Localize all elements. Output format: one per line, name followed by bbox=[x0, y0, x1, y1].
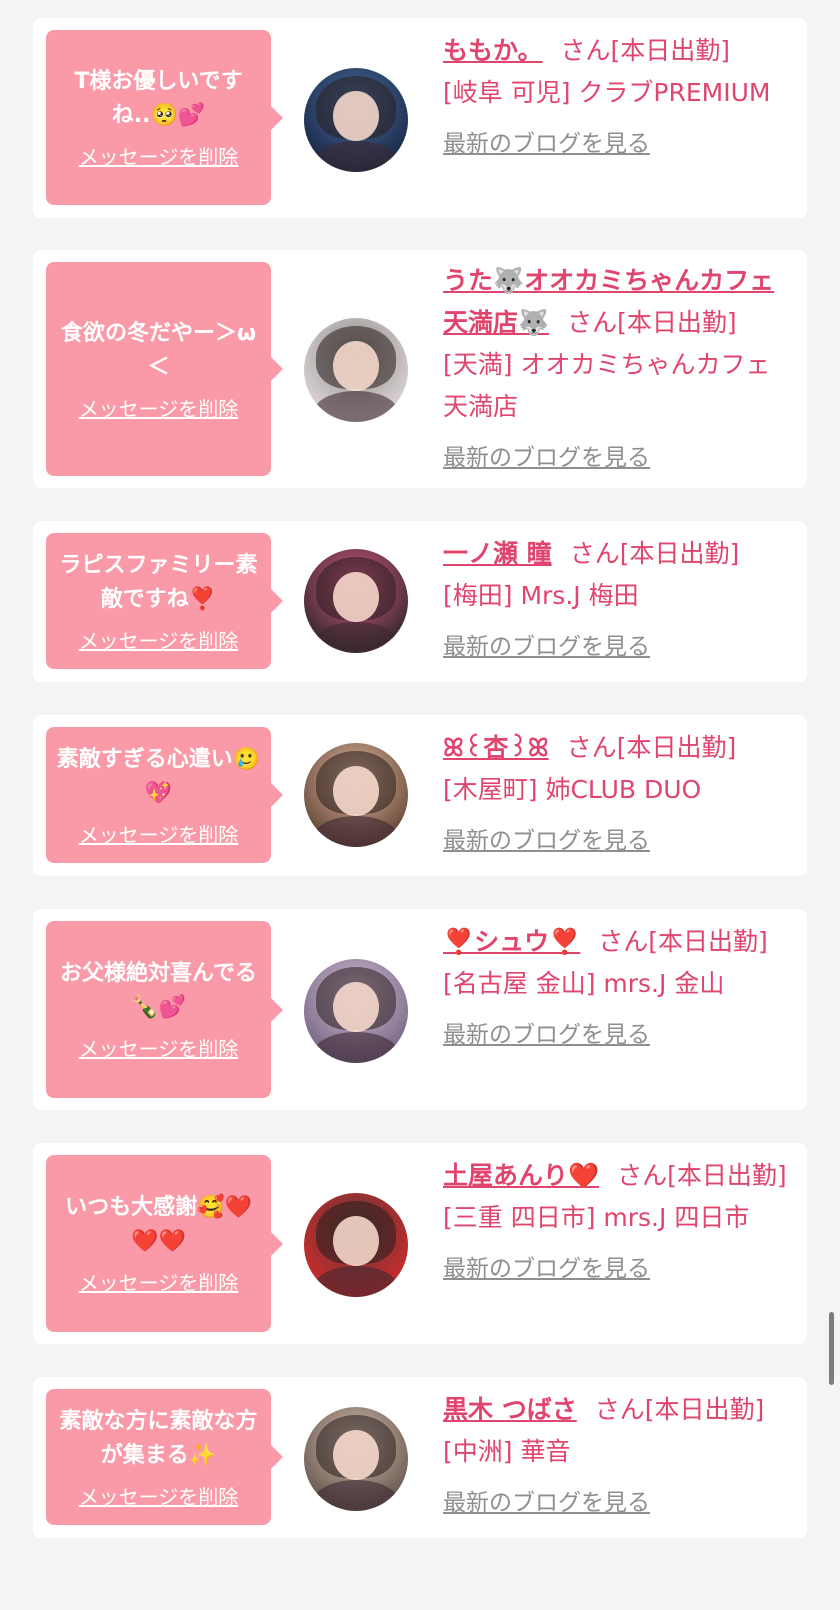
cast-name-link[interactable]: ももか。 bbox=[443, 36, 543, 65]
shop-name: [名古屋 金山] mrs.J 金山 bbox=[443, 969, 725, 998]
message-bubble: ラピスファミリー素敵ですね❣️ メッセージを削除 bbox=[46, 533, 283, 669]
delete-message-link[interactable]: メッセージを削除 bbox=[79, 1033, 239, 1062]
shop-name: [木屋町] 姉CLUB DUO bbox=[443, 775, 702, 804]
delete-message-link[interactable]: メッセージを削除 bbox=[79, 141, 239, 170]
message-card: 素敵すぎる心遣い🥲💖 メッセージを削除 ꕤ꒰杏꒱ꕤ さん[本日出勤] [木屋町] … bbox=[33, 715, 807, 876]
cast-info: 土屋あんり❤️ さん[本日出勤] [三重 四日市] mrs.J 四日市 最新のブロ… bbox=[443, 1155, 793, 1283]
san-suffix: さん bbox=[566, 733, 617, 762]
status-today: [本日出勤] bbox=[644, 1395, 765, 1424]
message-bubble: 食欲の冬だやー＞ω＜ メッセージを削除 bbox=[46, 262, 283, 476]
message-card: T様お優しいですね..🥺💕 メッセージを削除 ももか。 さん[本日出勤] [岐阜 … bbox=[33, 18, 807, 218]
blog-link[interactable]: 最新のブログを見る bbox=[443, 1483, 650, 1517]
status-today: [本日出勤] bbox=[648, 927, 768, 956]
status-today: [本日出勤] bbox=[610, 36, 731, 65]
message-text: いつも大感謝🥰❤️❤️❤️ bbox=[65, 1195, 252, 1254]
status-today: [本日出勤] bbox=[667, 1161, 787, 1190]
avatar[interactable] bbox=[304, 68, 408, 172]
avatar[interactable] bbox=[304, 743, 408, 847]
message-card: 素敵な方に素敵な方が集まる✨ メッセージを削除 黒木 つばさ さん[本日出勤] [… bbox=[33, 1377, 807, 1538]
blog-link[interactable]: 最新のブログを見る bbox=[443, 1249, 650, 1283]
shop-name: [梅田] Mrs.J 梅田 bbox=[443, 581, 639, 610]
blog-link[interactable]: 最新のブログを見る bbox=[443, 627, 650, 661]
avatar[interactable] bbox=[304, 1193, 408, 1297]
blog-link[interactable]: 最新のブログを見る bbox=[443, 124, 650, 158]
cast-info: ꕤ꒰杏꒱ꕤ さん[本日出勤] [木屋町] 姉CLUB DUO 最新のブログを見る bbox=[443, 727, 793, 855]
message-card: ラピスファミリー素敵ですね❣️ メッセージを削除 一ノ瀬 瞳さん[本日出勤] [… bbox=[33, 521, 807, 682]
message-text: 食欲の冬だやー＞ω＜ bbox=[60, 320, 257, 380]
cast-name-link[interactable]: 黒木 つばさ bbox=[443, 1395, 577, 1424]
cast-name-link[interactable]: 一ノ瀬 瞳 bbox=[443, 539, 552, 568]
message-text: T様お優しいですね..🥺💕 bbox=[74, 69, 243, 128]
scrollbar[interactable] bbox=[829, 1312, 834, 1385]
status-today: [本日出勤] bbox=[616, 733, 737, 762]
shop-name: [天満] オオカミちゃんカフェ天満店 bbox=[443, 350, 771, 421]
message-bubble: T様お優しいですね..🥺💕 メッセージを削除 bbox=[46, 30, 283, 205]
message-text: ラピスファミリー素敵ですね❣️ bbox=[59, 552, 258, 612]
message-card: お父様絶対喜んでる🍾💕 メッセージを削除 ❣️シュウ❣️ さん[本日出勤] [名古… bbox=[33, 909, 807, 1110]
cast-info: ❣️シュウ❣️ さん[本日出勤] [名古屋 金山] mrs.J 金山 最新のブログ… bbox=[443, 921, 793, 1049]
cast-name-link[interactable]: ꕤ꒰杏꒱ꕤ bbox=[443, 733, 549, 762]
cast-name-link[interactable]: 土屋あんり❤️ bbox=[443, 1161, 599, 1190]
blog-link[interactable]: 最新のブログを見る bbox=[443, 1015, 650, 1049]
cast-name-link[interactable]: ❣️シュウ❣️ bbox=[443, 927, 580, 956]
san-suffix: さん bbox=[560, 36, 611, 65]
san-suffix: さん bbox=[617, 1161, 668, 1190]
san-suffix: さん bbox=[567, 308, 618, 337]
avatar[interactable] bbox=[304, 318, 408, 422]
message-bubble: お父様絶対喜んでる🍾💕 メッセージを削除 bbox=[46, 921, 283, 1098]
avatar[interactable] bbox=[304, 549, 408, 653]
cast-info: うた🐺オオカミちゃんカフェ天満店🐺 さん[本日出勤] [天満] オオカミちゃんカフ… bbox=[443, 260, 793, 472]
avatar[interactable] bbox=[304, 1407, 408, 1511]
cast-info: 黒木 つばさ さん[本日出勤] [中洲] 華音 最新のブログを見る bbox=[443, 1389, 793, 1517]
status-today: [本日出勤] bbox=[617, 308, 737, 337]
shop-name: [三重 四日市] mrs.J 四日市 bbox=[443, 1203, 750, 1232]
message-bubble: いつも大感謝🥰❤️❤️❤️ メッセージを削除 bbox=[46, 1155, 283, 1332]
status-today: [本日出勤] bbox=[619, 539, 740, 568]
message-card: いつも大感謝🥰❤️❤️❤️ メッセージを削除 土屋あんり❤️ さん[本日出勤] [… bbox=[33, 1143, 807, 1344]
delete-message-link[interactable]: メッセージを削除 bbox=[79, 1267, 239, 1296]
san-suffix: さん bbox=[598, 927, 649, 956]
shop-name: [岐阜 可児] クラブPREMIUM bbox=[443, 78, 771, 107]
message-text: 素敵すぎる心遣い🥲💖 bbox=[56, 746, 261, 806]
blog-link[interactable]: 最新のブログを見る bbox=[443, 821, 650, 855]
delete-message-link[interactable]: メッセージを削除 bbox=[79, 1481, 239, 1510]
message-text: 素敵な方に素敵な方が集まる✨ bbox=[59, 1408, 258, 1468]
shop-name: [中洲] 華音 bbox=[443, 1437, 571, 1466]
message-bubble: 素敵な方に素敵な方が集まる✨ メッセージを削除 bbox=[46, 1389, 283, 1525]
delete-message-link[interactable]: メッセージを削除 bbox=[79, 819, 239, 848]
delete-message-link[interactable]: メッセージを削除 bbox=[79, 625, 239, 654]
delete-message-link[interactable]: メッセージを削除 bbox=[79, 393, 239, 422]
san-suffix: さん bbox=[569, 539, 620, 568]
message-bubble: 素敵すぎる心遣い🥲💖 メッセージを削除 bbox=[46, 727, 283, 863]
cast-info: ももか。 さん[本日出勤] [岐阜 可児] クラブPREMIUM 最新のブログを見… bbox=[443, 30, 793, 158]
message-text: お父様絶対喜んでる🍾💕 bbox=[60, 961, 257, 1020]
message-card: 食欲の冬だやー＞ω＜ メッセージを削除 うた🐺オオカミちゃんカフェ天満店🐺 さん[… bbox=[33, 250, 807, 488]
blog-link[interactable]: 最新のブログを見る bbox=[443, 438, 650, 472]
avatar[interactable] bbox=[304, 959, 408, 1063]
san-suffix: さん bbox=[594, 1395, 645, 1424]
cast-info: 一ノ瀬 瞳さん[本日出勤] [梅田] Mrs.J 梅田 最新のブログを見る bbox=[443, 533, 793, 661]
